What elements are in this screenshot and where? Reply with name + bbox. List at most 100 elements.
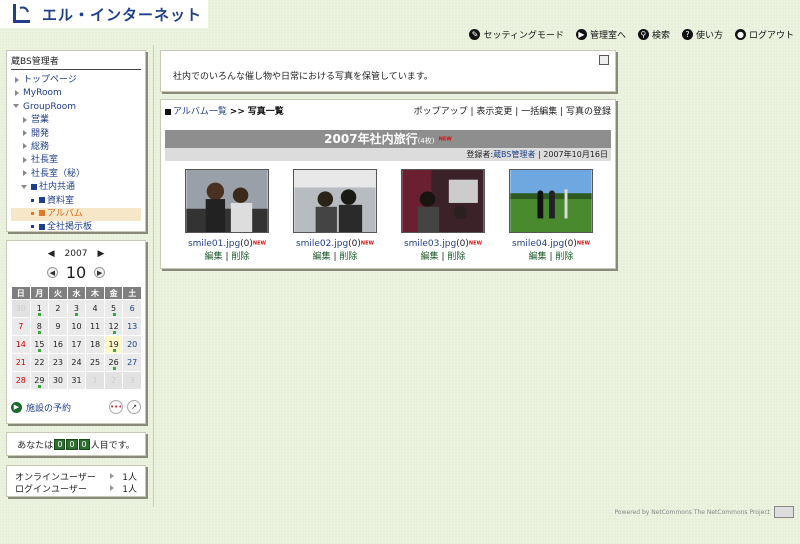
sidebar-item-top-page[interactable]: トップページ xyxy=(11,74,141,87)
calendar-day[interactable]: 2 xyxy=(104,372,123,389)
next-year-icon[interactable]: ▶ xyxy=(97,249,104,259)
calendar-day[interactable]: 16 xyxy=(49,336,67,353)
calendar-day[interactable]: 30 xyxy=(49,372,67,389)
weekday-header: 日 xyxy=(12,287,30,299)
photo-name-link[interactable]: smile02.jpg xyxy=(296,239,348,249)
print-icon[interactable] xyxy=(599,55,609,65)
sidebar-item-board[interactable]: 全社掲示板 xyxy=(11,221,141,234)
admin-room-link[interactable]: ▶ 管理室へ xyxy=(575,28,626,41)
delete-link[interactable]: 削除 xyxy=(555,252,573,262)
calendar-day[interactable]: 8 xyxy=(30,318,49,335)
calendar-day[interactable]: 14 xyxy=(12,336,30,353)
calendar-day[interactable]: 28 xyxy=(12,372,30,389)
calendar-day[interactable]: 31 xyxy=(67,372,86,389)
calendar-day[interactable]: 20 xyxy=(123,336,141,353)
album-list-link[interactable]: アルバム一覧 xyxy=(173,107,227,117)
album-header: アルバム一覧 >> 写真一覧 ポップアップ | 表示変更 | 一括編集 | 写真… xyxy=(165,104,611,117)
netcommons-logo-icon[interactable] xyxy=(774,506,794,518)
calendar-day[interactable]: 19 xyxy=(104,336,123,353)
calendar-day[interactable]: 2 xyxy=(49,300,67,317)
help-link[interactable]: ? 使い方 xyxy=(681,28,723,41)
calendar-day[interactable]: 10 xyxy=(67,318,86,335)
delete-link[interactable]: 削除 xyxy=(339,252,357,262)
edit-link[interactable]: 編集 xyxy=(529,252,547,262)
calendar-day[interactable]: 17 xyxy=(67,336,86,353)
expand-arrow-icon xyxy=(23,116,27,123)
display-change-link[interactable]: 表示変更 xyxy=(476,107,512,117)
photo-thumbnail[interactable] xyxy=(293,169,377,233)
page-square-icon xyxy=(39,197,45,204)
sidebar-item-groproom[interactable]: GroupRoom xyxy=(11,101,141,114)
calendar-day[interactable]: 24 xyxy=(67,354,86,371)
page-square-icon xyxy=(31,183,37,190)
photo-thumbnail[interactable] xyxy=(401,169,485,233)
sidebar-item-president-secret[interactable]: 社長室（秘） xyxy=(11,168,141,181)
calendar-day[interactable]: 27 xyxy=(123,354,141,371)
prev-year-icon[interactable]: ◀ xyxy=(48,249,55,259)
calendar-day[interactable]: 23 xyxy=(49,354,67,371)
register-photo-link[interactable]: 写真の登録 xyxy=(566,107,611,117)
calendar-day[interactable]: 5 xyxy=(104,300,123,317)
calendar-day[interactable]: 18 xyxy=(86,336,104,353)
photo-name-link[interactable]: smile03.jpg xyxy=(404,239,456,249)
sidebar-item-sales[interactable]: 営業 xyxy=(11,114,141,127)
calendar-day[interactable]: 15 xyxy=(30,336,49,353)
site-logo[interactable]: エル・インターネット xyxy=(0,0,208,28)
calendar-day[interactable]: 12 xyxy=(104,318,123,335)
login-users-row: ログインユーザー 1人 xyxy=(15,484,137,495)
user-icon: ● xyxy=(734,29,746,40)
event-dot-icon xyxy=(112,367,116,370)
calendar-day[interactable]: 30 xyxy=(12,300,30,317)
sidebar-item-album[interactable]: アルバム xyxy=(11,207,141,222)
calendar-day[interactable]: 21 xyxy=(12,354,30,371)
delete-link[interactable]: 削除 xyxy=(231,252,249,262)
photo-thumbnail[interactable] xyxy=(509,169,593,233)
edit-link[interactable]: 編集 xyxy=(205,252,223,262)
edit-link[interactable]: 編集 xyxy=(421,252,439,262)
calendar-day[interactable]: 13 xyxy=(123,318,141,335)
photo-name-link[interactable]: smile01.jpg xyxy=(188,239,240,249)
photo-name-link[interactable]: smile04.jpg xyxy=(512,239,564,249)
sidebar-item-myroom[interactable]: MyRoom xyxy=(11,87,141,100)
calendar-day[interactable]: 3 xyxy=(67,300,86,317)
calendar-day[interactable]: 9 xyxy=(49,318,67,335)
facility-reservation[interactable]: ▶ 施設の予約 ••• ↗ xyxy=(11,400,141,414)
calendar-day[interactable]: 11 xyxy=(86,318,104,335)
bulk-edit-link[interactable]: 一括編集 xyxy=(521,107,557,117)
calendar-day[interactable]: 25 xyxy=(86,354,104,371)
calendar-day[interactable]: 26 xyxy=(104,354,123,371)
popup-link[interactable]: ポップアップ xyxy=(414,107,468,117)
next-month-button[interactable]: ▶ xyxy=(94,267,106,278)
calendar-day[interactable]: 29 xyxy=(30,372,49,389)
calendar-grid: 日月火水木金土 30 1 2 3 4 5 6 7 8 9 10 11 12 13 14 15 16 17 18 19 2… xyxy=(11,286,142,390)
calendar-day[interactable]: 1 xyxy=(86,372,104,389)
bullet-icon xyxy=(31,225,34,229)
sidebar-item-library[interactable]: 資料室 xyxy=(11,195,141,208)
search-link[interactable]: ⚲ 検索 xyxy=(637,28,670,41)
delete-link[interactable]: 削除 xyxy=(447,252,465,262)
footer-text: Powered by NetCommons The NetCommons Pro… xyxy=(614,508,770,516)
photo-item: smile02.jpg(0)NEW 編集 | 削除 xyxy=(285,169,385,262)
expand-icon[interactable]: ↗ xyxy=(127,400,141,414)
calendar-day[interactable]: 4 xyxy=(86,300,104,317)
calendar-day[interactable]: 22 xyxy=(30,354,49,371)
registrant-link[interactable]: 蔵BS管理者 xyxy=(493,150,535,159)
edit-link[interactable]: 編集 xyxy=(313,252,331,262)
facility-reservation-link[interactable]: 施設の予約 xyxy=(26,401,71,414)
prev-month-button[interactable]: ◀ xyxy=(46,267,58,278)
calendar-year-row: ◀ 2007 ▶ xyxy=(11,249,141,259)
logout-link[interactable]: ● ログアウト xyxy=(734,28,794,41)
setting-mode-link[interactable]: ✎ セッティングモード xyxy=(469,28,564,41)
sidebar-item-president[interactable]: 社長室 xyxy=(11,154,141,167)
photo-item: smile01.jpg(0)NEW 編集 | 削除 xyxy=(177,169,277,262)
triangle-icon xyxy=(109,485,114,491)
calendar-day[interactable]: 7 xyxy=(12,318,30,335)
sidebar-item-dev[interactable]: 開発 xyxy=(11,128,141,141)
calendar-day[interactable]: 1 xyxy=(30,300,49,317)
sidebar-item-general[interactable]: 総務 xyxy=(11,141,141,154)
calendar-day[interactable]: 6 xyxy=(123,300,141,317)
calendar-day[interactable]: 3 xyxy=(123,372,141,389)
sidebar-item-common[interactable]: 社内共通 xyxy=(11,181,141,194)
dots-icon[interactable]: ••• xyxy=(109,400,123,414)
photo-thumbnail[interactable] xyxy=(185,169,269,233)
